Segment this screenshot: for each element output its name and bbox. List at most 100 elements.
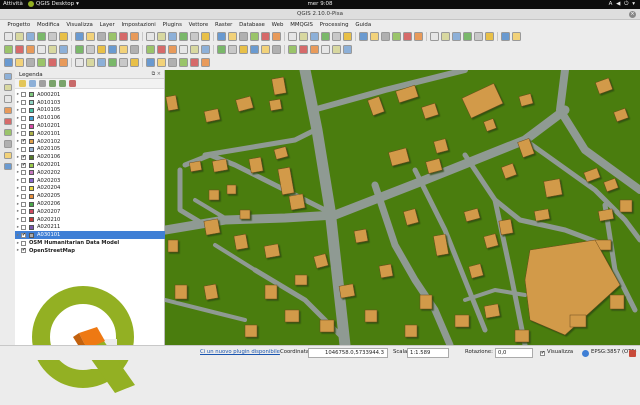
add-spatialite-layer-icon[interactable]: [3, 106, 12, 114]
add-postgis-layer-icon[interactable]: [3, 95, 12, 103]
add-wms-icon[interactable]: [48, 58, 57, 67]
layer-row[interactable]: ▸ A020211: [15, 224, 165, 232]
layer-row[interactable]: ▸ A020210: [15, 216, 165, 224]
menu-progetto[interactable]: Progetto: [4, 20, 34, 30]
menu-plugins[interactable]: Plugins: [159, 20, 185, 30]
layer-row[interactable]: ▸ A020206: [15, 200, 165, 208]
coordinate-field[interactable]: 1046758.0,5733944.3: [308, 348, 388, 358]
menu-impostazioni[interactable]: Impostazioni: [118, 20, 159, 30]
pan-to-selection-icon[interactable]: [86, 32, 95, 41]
composer-manager-icon[interactable]: [59, 32, 68, 41]
layer-visibility-checkbox[interactable]: [21, 201, 26, 207]
layer-row[interactable]: ▸ A020203: [15, 177, 165, 185]
save-project-icon[interactable]: [26, 32, 35, 41]
add-oracle-icon[interactable]: [130, 58, 139, 67]
extra-e-icon[interactable]: [501, 32, 510, 41]
deselect-all-icon[interactable]: [239, 32, 248, 41]
menu-guida[interactable]: Guida: [352, 20, 375, 30]
mmqgis-b-icon[interactable]: [343, 45, 352, 54]
paste-features-icon[interactable]: [108, 45, 117, 54]
scale-field[interactable]: 1:1.589: [407, 348, 449, 358]
snap-a-icon[interactable]: [272, 45, 281, 54]
zoom-next-icon[interactable]: [179, 32, 188, 41]
zoom-in-icon[interactable]: [97, 32, 106, 41]
add-delimited-layer-icon[interactable]: [3, 129, 12, 137]
add-mssql-icon[interactable]: [146, 58, 155, 67]
zoom-to-layer-icon[interactable]: [146, 32, 155, 41]
zoom-full-icon[interactable]: [119, 32, 128, 41]
layer-visibility-checkbox[interactable]: [21, 123, 26, 129]
select-features-icon[interactable]: [228, 32, 237, 41]
render-checkbox[interactable]: ✔: [540, 351, 545, 356]
remove-layer-icon[interactable]: [69, 80, 76, 87]
layer-visibility-checkbox[interactable]: ✔: [21, 154, 26, 160]
layer-row[interactable]: ▸ A020205: [15, 192, 165, 200]
snap-b-icon[interactable]: [288, 45, 297, 54]
extra-f-icon[interactable]: [512, 32, 521, 41]
toggle-editing-icon[interactable]: [15, 45, 24, 54]
layer-visibility-checkbox[interactable]: [21, 240, 26, 246]
layer-row[interactable]: ▸ A020202: [15, 169, 165, 177]
new-bookmark-icon[interactable]: [321, 32, 330, 41]
show-bookmarks-icon[interactable]: [332, 32, 341, 41]
plugin-update-link[interactable]: Ci un nuovo plugin disponibile: [200, 349, 280, 355]
add-feature-icon[interactable]: [37, 45, 46, 54]
add-wfs-icon[interactable]: [59, 58, 68, 67]
layer-visibility-checkbox[interactable]: [21, 92, 26, 98]
layer-row[interactable]: ▸ ✔ A030101: [15, 231, 165, 240]
layer-row[interactable]: ▸ A010201: [15, 122, 165, 130]
digitize-a-icon[interactable]: [217, 45, 226, 54]
layer-visibility-checkbox[interactable]: [21, 100, 26, 106]
grass-a-icon[interactable]: [299, 45, 308, 54]
move-label-icon[interactable]: [179, 45, 188, 54]
pin-labels-icon[interactable]: [157, 45, 166, 54]
save-as-icon[interactable]: [37, 32, 46, 41]
text-annotation-icon[interactable]: [343, 32, 352, 41]
menu-processing[interactable]: Processing: [316, 20, 352, 30]
identify-icon[interactable]: [217, 32, 226, 41]
add-vector-icon[interactable]: [4, 58, 13, 67]
menu-web[interactable]: Web: [268, 20, 287, 30]
layer-visibility-checkbox[interactable]: [21, 209, 26, 215]
refresh-icon[interactable]: [201, 32, 210, 41]
ortho-a-icon[interactable]: [250, 45, 259, 54]
statistics-icon[interactable]: [272, 32, 281, 41]
copy-features-icon[interactable]: [97, 45, 106, 54]
measure-icon[interactable]: [288, 32, 297, 41]
add-virtual-layer-icon[interactable]: [3, 162, 12, 170]
messages-icon[interactable]: [629, 350, 636, 357]
new-shapefile-icon[interactable]: [97, 58, 106, 67]
layer-visibility-checkbox[interactable]: [21, 193, 26, 199]
zoom-to-selection-icon[interactable]: [130, 32, 139, 41]
georeferencer-icon[interactable]: [359, 32, 368, 41]
add-spatialite-icon[interactable]: [37, 58, 46, 67]
osm-c-icon[interactable]: [201, 58, 210, 67]
add-raster-icon[interactable]: [15, 58, 24, 67]
mmqgis-a-icon[interactable]: [332, 45, 341, 54]
add-raster-layer-icon[interactable]: [3, 84, 12, 92]
layer-visibility-checkbox[interactable]: [21, 178, 26, 184]
gps-icon[interactable]: [168, 58, 177, 67]
new-print-composer-icon[interactable]: [48, 32, 57, 41]
extra-b-icon[interactable]: [463, 32, 472, 41]
menu-visualizza[interactable]: Visualizza: [63, 20, 96, 30]
redo-icon[interactable]: [130, 45, 139, 54]
zoom-native-icon[interactable]: [157, 32, 166, 41]
undo-icon[interactable]: [119, 45, 128, 54]
move-feature-icon[interactable]: [48, 45, 57, 54]
layer-visibility-checkbox[interactable]: [21, 185, 26, 191]
layer-row[interactable]: ▸ A010106: [15, 114, 165, 122]
layer-style-icon[interactable]: [19, 80, 26, 87]
show-hide-labels-icon[interactable]: [168, 45, 177, 54]
layer-visibility-checkbox[interactable]: [21, 217, 26, 223]
settings-icon[interactable]: [370, 32, 379, 41]
zoom-last-icon[interactable]: [168, 32, 177, 41]
layer-visibility-checkbox[interactable]: [21, 131, 26, 137]
grass-c-icon[interactable]: [321, 45, 330, 54]
menu-layer[interactable]: Layer: [96, 20, 118, 30]
layer-visibility-checkbox[interactable]: ✔: [21, 162, 26, 168]
close-window-button[interactable]: ×: [629, 11, 636, 18]
osm-b-icon[interactable]: [190, 58, 199, 67]
layer-row[interactable]: ▸ ✔ A020106: [15, 153, 165, 161]
menu-raster[interactable]: Raster: [212, 20, 236, 30]
